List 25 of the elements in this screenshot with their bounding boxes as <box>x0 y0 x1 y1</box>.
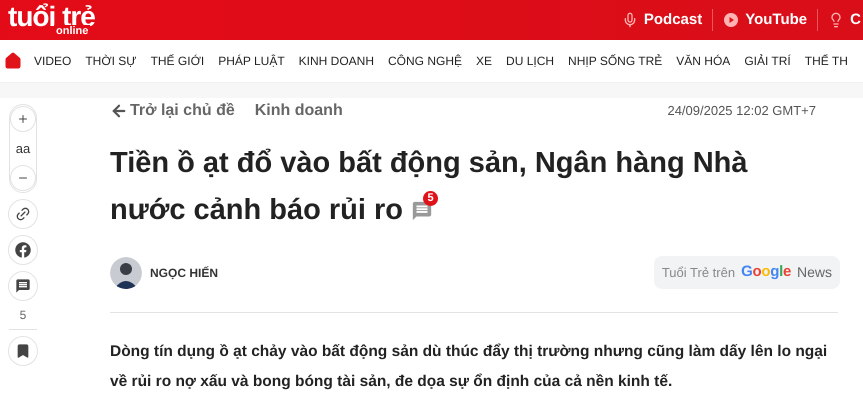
font-size-label: aa <box>16 142 30 155</box>
nav-item[interactable]: VIDEO <box>34 52 72 70</box>
nav-item[interactable]: THỜI SỰ <box>85 52 137 70</box>
header-link[interactable]: YouTube <box>721 8 810 32</box>
category-link[interactable]: Kinh doanh <box>254 99 343 123</box>
nav-item[interactable]: KINH DOANH <box>298 52 374 70</box>
article-summary: Dòng tín dụng ồ ạt chảy vào bất động sản dù thúc đẩy thị trường nhưng cũng làm dấy lên lo ngại về rủi ro nợ xấu và bong bóng tài sản, đe dọa sự ổn định của cả nền kinh tế. <box>110 342 828 392</box>
nav-item[interactable]: NHỊP SỐNG TRẺ <box>568 52 662 70</box>
back-link[interactable]: Trở lại chủ đề <box>110 99 235 123</box>
nav-item[interactable]: THỂ TH <box>804 52 848 70</box>
nav-item[interactable]: CÔNG NGHỆ <box>388 52 462 70</box>
publish-date: 24/09/2025 12:02 GMT+7 <box>667 102 816 120</box>
nav-item[interactable]: THẾ GIỚI <box>150 52 204 70</box>
header-link[interactable]: Podcast <box>620 8 704 32</box>
comment-badge: 5 <box>423 191 438 206</box>
nav-item[interactable]: GIẢI TRÍ <box>744 52 791 70</box>
google-news-link[interactable]: Tuổi Trẻ trên Google News <box>654 256 840 289</box>
author-name[interactable]: NGỌC HIẾN <box>150 264 218 282</box>
nav-item[interactable]: PHÁP LUẬT <box>218 52 285 70</box>
comment-count: 5 <box>20 307 26 323</box>
nav-item[interactable]: DU LỊCH <box>506 52 554 70</box>
header-link[interactable]: C <box>826 8 863 32</box>
nav-item[interactable]: XE <box>476 52 492 70</box>
article-title: Tiền ồ ạt đổ vào bất động sản, Ngân hàng Nhà nước cảnh báo rủi ro 5 <box>110 146 749 228</box>
nav-item[interactable]: VĂN HÓA <box>676 52 730 70</box>
